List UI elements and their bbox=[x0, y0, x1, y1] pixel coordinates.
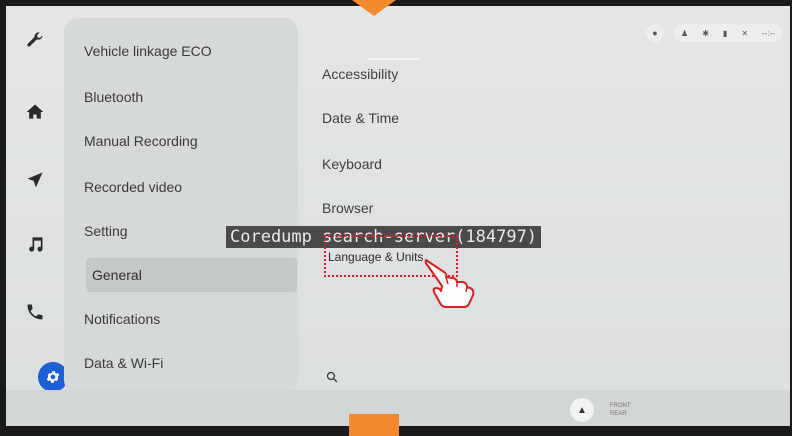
notification-indicator[interactable]: ● bbox=[646, 24, 664, 42]
navigation-icon[interactable] bbox=[24, 170, 46, 192]
status-bar: ♟ ✱ ▮ ✕ --:-- bbox=[674, 24, 782, 42]
music-icon[interactable] bbox=[24, 234, 46, 256]
settings-menu-panel: Vehicle linkage ECO Bluetooth Manual Rec… bbox=[64, 18, 338, 394]
bell-icon: ● bbox=[652, 28, 658, 38]
chevron-up-icon: ▲ bbox=[577, 404, 587, 416]
menu-item-data-wifi[interactable]: Data & Wi-Fi bbox=[78, 346, 294, 380]
menu-item-recorded-video[interactable]: Recorded video bbox=[78, 170, 294, 204]
bluetooth-icon: ✱ bbox=[702, 28, 709, 38]
content-item-keyboard[interactable]: Keyboard bbox=[322, 156, 382, 172]
scroll-handle bbox=[368, 58, 420, 60]
menu-item-manual-recording[interactable]: Manual Recording bbox=[78, 124, 294, 158]
menu-item-vehicle-linkage-eco[interactable]: Vehicle linkage ECO bbox=[78, 34, 294, 68]
content-item-date-time[interactable]: Date & Time bbox=[322, 110, 399, 126]
rear-label: REAR bbox=[610, 411, 627, 417]
icon-rail bbox=[6, 6, 58, 406]
content-item-accessibility[interactable]: Accessibility bbox=[322, 66, 398, 82]
search-icon[interactable] bbox=[326, 370, 340, 384]
settings-icon bbox=[45, 369, 61, 385]
front-label: FRONT bbox=[610, 403, 631, 409]
bottom-marker bbox=[349, 414, 399, 436]
phone-icon[interactable] bbox=[24, 302, 46, 324]
signal-icon: ▮ bbox=[722, 28, 728, 38]
top-marker bbox=[352, 0, 396, 16]
user-icon: ♟ bbox=[681, 28, 689, 38]
infotainment-screen: Vehicle linkage ECO Bluetooth Manual Rec… bbox=[6, 6, 790, 426]
content-item-language-units[interactable]: Language & Units bbox=[328, 250, 423, 264]
status-time: --:-- bbox=[762, 28, 775, 38]
pointing-hand-icon bbox=[422, 254, 478, 308]
expand-button[interactable]: ▲ bbox=[570, 398, 594, 422]
wrench-icon[interactable] bbox=[24, 30, 46, 52]
mute-icon: ✕ bbox=[741, 28, 749, 38]
menu-item-notifications[interactable]: Notifications bbox=[78, 302, 294, 336]
content-item-browser[interactable]: Browser bbox=[322, 200, 373, 216]
front-rear-label: FRONT REAR bbox=[610, 402, 631, 418]
menu-item-bluetooth[interactable]: Bluetooth bbox=[78, 80, 294, 114]
menu-item-general[interactable]: General bbox=[86, 258, 297, 292]
home-icon[interactable] bbox=[24, 102, 46, 124]
